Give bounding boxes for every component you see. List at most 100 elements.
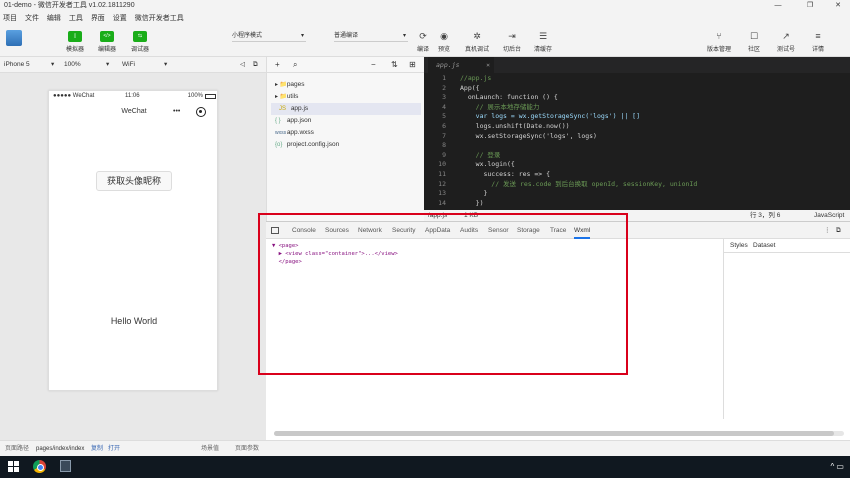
close-icon[interactable]: × [486, 57, 490, 73]
more-icon[interactable]: ••• [173, 101, 180, 123]
tray-chevron-icon[interactable]: ^ ▭ [830, 456, 844, 478]
chevron-down-icon: ▾ [51, 61, 55, 68]
code-line: 10 wx.login({ [438, 160, 515, 169]
network-value: WiFi [122, 61, 135, 68]
folder-icon: ▸ 📁 [275, 94, 288, 100]
compile-select[interactable]: 普通编译 ▾ [334, 31, 408, 42]
code-line: 5 var logs = wx.getStorageSync('logs') |… [442, 112, 641, 121]
community-label: 社区 [747, 47, 760, 53]
code-line: 9 // 登录 [442, 150, 501, 159]
window-title: 01-demo - 微信开发者工具 v1.02.1811290 [4, 2, 135, 9]
menu-view[interactable]: 界面 [88, 12, 108, 26]
status-cursor[interactable]: 行 3，列 6 [750, 210, 780, 221]
simulator-icon: ▯ [68, 31, 82, 42]
preview-label: 预览 [437, 47, 450, 53]
menu-settings[interactable]: 设置 [110, 12, 130, 26]
tree-item-label: project.config.json [286, 141, 340, 148]
hello-text: Hello World [110, 316, 158, 326]
tree-item-app-wxss[interactable]: wxss app.wxss [275, 127, 314, 139]
chrome-icon[interactable] [33, 460, 46, 473]
dock-icon[interactable]: ⧉ [836, 222, 841, 239]
clear-cache-button[interactable]: ☰ 清缓存 [528, 31, 558, 53]
app-taskbar-icon[interactable] [60, 460, 71, 472]
toolbar: ▯ 模拟器 </> 编辑器 ⇆ 调试器 小程序模式 ▾ 普通编译 ▾ ⟳ 编译 … [0, 26, 850, 57]
menu-bar: 项目 文件 编辑 工具 界面 设置 微信开发者工具 [0, 12, 850, 26]
editor-tab-app-js[interactable]: app.js × [428, 57, 494, 73]
bug-icon: ✲ [473, 31, 481, 41]
tree-item-app-js[interactable]: JS app.js [271, 103, 421, 115]
close-button[interactable]: ✕ [828, 0, 848, 12]
search-icon[interactable]: ⌕ [293, 57, 297, 73]
menu-devtools[interactable]: 微信开发者工具 [132, 12, 187, 26]
version-button[interactable]: ⑂ 版本管理 [704, 31, 734, 53]
volume-icon[interactable]: ◁ [240, 57, 245, 73]
horizontal-scrollbar[interactable] [274, 431, 844, 436]
device-select[interactable]: iPhone 5 ▾ [4, 57, 59, 73]
scrollbar-thumb[interactable] [274, 431, 834, 436]
test-account-button[interactable]: ↗ 测试号 [771, 31, 801, 53]
sort-icon[interactable]: ⇅ [391, 57, 398, 73]
scene-label[interactable]: 场景值 [201, 441, 219, 457]
chat-icon: ☐ [749, 31, 759, 41]
params-label[interactable]: 页面参数 [235, 441, 259, 457]
highlight-box [258, 213, 628, 375]
tree-item-project-config[interactable]: {o} project.config.json [275, 139, 339, 151]
version-label: 版本管理 [706, 47, 731, 53]
maximize-button[interactable]: ❐ [800, 0, 820, 12]
zoom-select[interactable]: 100% ▾ [64, 57, 114, 73]
tab-dataset[interactable]: Dataset [753, 239, 775, 253]
details-button[interactable]: ≡ 详情 [803, 31, 833, 53]
config-file-icon: {o} [275, 142, 283, 148]
code-editor[interactable]: app.js × 1//app.js 2 App({ 3 onLaunch: fu… [424, 57, 850, 217]
menu-tools[interactable]: 工具 [66, 12, 86, 26]
preview-button[interactable]: ◉ 预览 [429, 31, 459, 53]
tree-item-utils[interactable]: ▸ 📁 utils [275, 91, 298, 103]
close-capsule-icon[interactable] [196, 107, 206, 117]
battery-label: 100% [187, 93, 203, 99]
open-link[interactable]: 打开 [108, 441, 120, 457]
tree-item-app-json[interactable]: { } app.json [275, 115, 311, 127]
simulator-button[interactable]: ▯ 模拟器 [60, 31, 90, 53]
editor-tab-bar: app.js × [424, 57, 850, 73]
popout-icon[interactable]: ⧉ [253, 57, 258, 73]
code-line: 1//app.js [442, 74, 492, 82]
folder-icon: ▸ 📁 [275, 82, 288, 88]
code-line: 12 // 发送 res.code 到后台换取 openId, sessionK… [438, 179, 698, 188]
split-icon[interactable]: ⊞ [409, 57, 416, 73]
copy-link[interactable]: 复制 [91, 441, 103, 457]
collapse-icon[interactable]: − [371, 57, 376, 73]
avatar[interactable] [6, 30, 22, 46]
menu-file[interactable]: 文件 [22, 12, 42, 26]
menu-project[interactable]: 项目 [0, 12, 20, 26]
tree-item-label: pages [286, 81, 305, 88]
menu-edit[interactable]: 编辑 [44, 12, 64, 26]
background-button[interactable]: ⇥ 切后台 [497, 31, 527, 53]
path-label: 页面路径 [5, 446, 30, 452]
mode-select[interactable]: 小程序模式 ▾ [232, 31, 306, 42]
more-vertical-icon[interactable]: ⋮ [824, 222, 831, 239]
get-avatar-button[interactable]: 获取头像昵称 [96, 171, 172, 191]
simulator-area: ●●●●● WeChat 11:06 100% WeChat ••• 获取头像昵… [0, 73, 266, 440]
code-line: 4 // 展示本地存储能力 [442, 102, 540, 111]
status-language[interactable]: JavaScript [814, 210, 844, 221]
simulator-footer: 页面路径 pages/index/index 复制 打开 场景值 页面参数 [0, 440, 850, 456]
tree-item-pages[interactable]: ▸ 📁 pages [275, 79, 305, 91]
remote-debug-button[interactable]: ✲ 真机调试 [462, 31, 492, 53]
tree-item-label: app.js [290, 105, 309, 112]
code-line: 3 onLaunch: function () { [442, 93, 558, 102]
code-line: 11 success: res => { [438, 170, 551, 178]
phone-status-bar: ●●●●● WeChat 11:06 100% [49, 91, 219, 101]
minimize-button[interactable]: — [768, 0, 788, 12]
debugger-button[interactable]: ⇆ 调试器 [125, 31, 155, 53]
device-value: iPhone 5 [4, 61, 30, 68]
test-account-label: 测试号 [776, 47, 795, 53]
network-select[interactable]: WiFi ▾ [122, 57, 172, 73]
community-button[interactable]: ☐ 社区 [739, 31, 769, 53]
editor-button[interactable]: </> 编辑器 [92, 31, 122, 53]
windows-start-icon[interactable] [8, 461, 20, 473]
tab-styles[interactable]: Styles [730, 239, 748, 253]
add-icon[interactable]: + [275, 57, 280, 73]
chevron-down-icon: ▾ [402, 33, 406, 39]
file-tree-header: + ⌕ − ⇅ ⊞ [267, 57, 425, 73]
switch-icon: ⇥ [508, 31, 516, 41]
